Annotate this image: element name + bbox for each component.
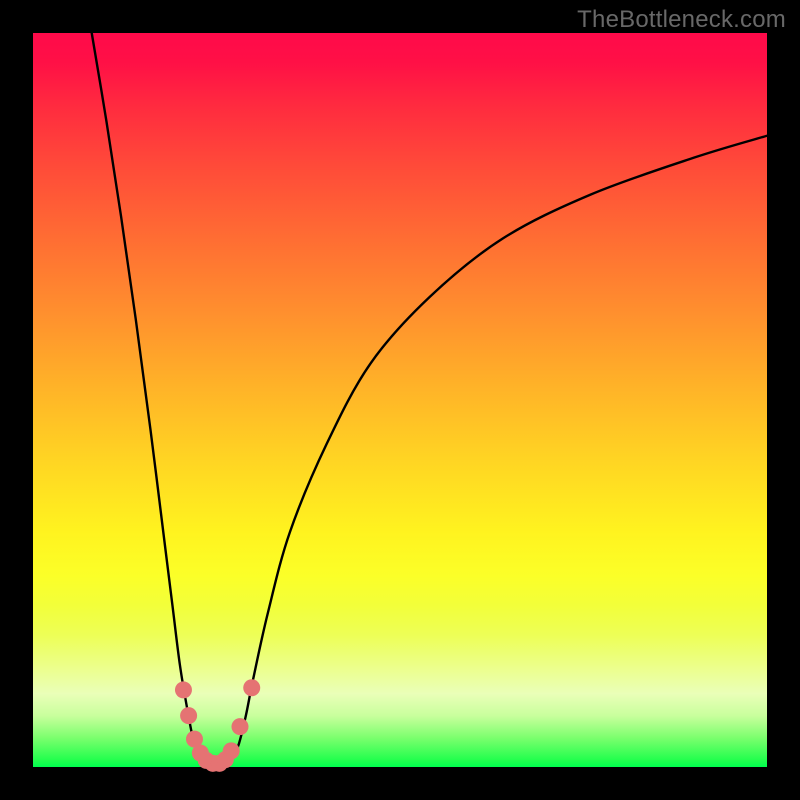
chart-frame: TheBottleneck.com [0,0,800,800]
highlight-dot [180,707,197,724]
highlight-dot [223,742,240,759]
plot-area [33,33,767,767]
highlight-dot [175,681,192,698]
highlight-dot [243,679,260,696]
bottleneck-curve [92,33,767,768]
watermark-text: TheBottleneck.com [577,6,786,34]
highlight-dots [175,679,260,772]
highlight-dot [231,718,248,735]
curve-layer [33,33,767,767]
